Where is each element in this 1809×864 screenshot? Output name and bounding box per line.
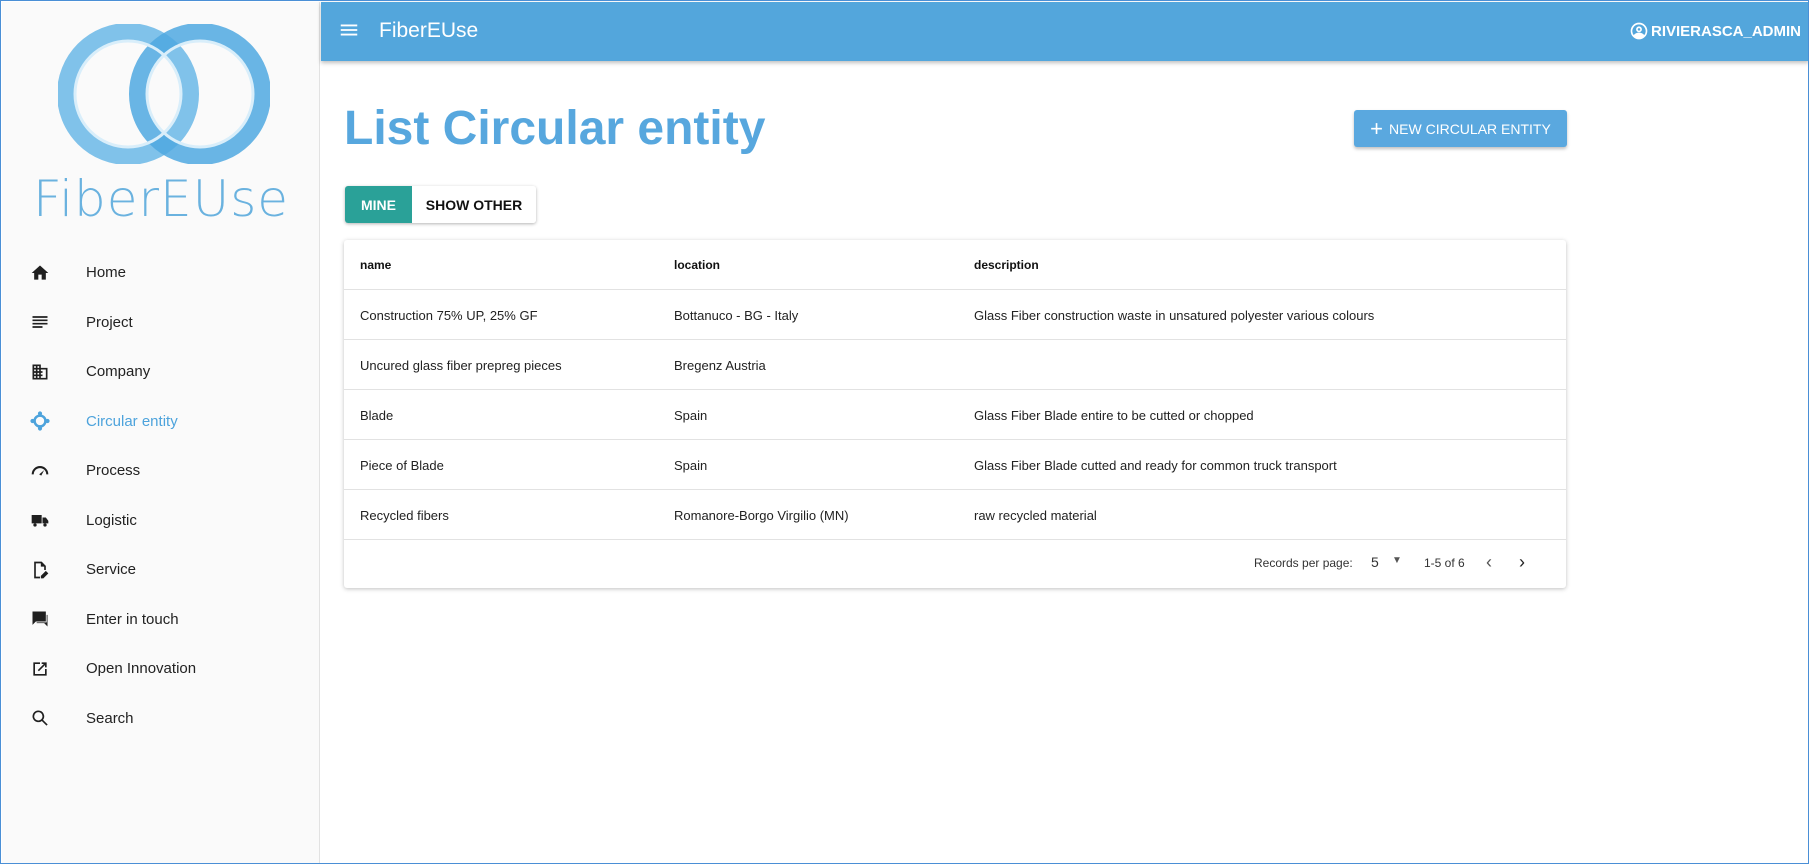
new-circular-entity-button[interactable]: + NEW CIRCULAR ENTITY (1354, 110, 1567, 147)
page-title: List Circular entity (344, 102, 766, 155)
cell-location: Bottanuco - BG - Italy (674, 307, 799, 323)
username: RIVIERASCA_ADMIN (1650, 22, 1801, 40)
mine-toggle-button[interactable]: MINE (345, 186, 412, 223)
table-row[interactable]: Uncured glass fiber prepreg pieces Brege… (344, 340, 1566, 390)
show-other-toggle-button[interactable]: SHOW OTHER (412, 186, 536, 223)
table-pagination: Records per page: 5 ▼ 1-5 of 6 ‹ › (344, 540, 1566, 588)
cell-name: Recycled fibers (360, 507, 449, 523)
sidebar-item-label: Search (86, 709, 134, 727)
sidebar-item-home[interactable]: Home (2, 248, 320, 298)
sidebar-item-process[interactable]: Process (2, 446, 320, 496)
user-menu[interactable]: RIVIERASCA_ADMIN (1629, 21, 1801, 41)
sidebar-item-project[interactable]: Project (2, 298, 320, 348)
cell-location: Spain (674, 407, 708, 423)
home-icon (28, 261, 52, 285)
list-icon (28, 310, 52, 334)
gauge-icon (28, 459, 52, 483)
document-edit-icon (28, 558, 52, 582)
cell-description: Glass Fiber Blade entire to be cutted or… (974, 407, 1254, 423)
cell-name: Blade (360, 407, 394, 423)
app-title: FiberEUse (379, 19, 479, 42)
cell-name: Piece of Blade (360, 457, 444, 473)
records-per-page-select[interactable]: 5 (1371, 554, 1379, 570)
sidebar-item-label: Open Innovation (86, 660, 197, 678)
sidebar-item-open-innovation[interactable]: Open Innovation (2, 644, 320, 694)
column-header-description[interactable]: description (974, 240, 1039, 290)
cell-location: Romanore-Borgo Virgilio (MN) (674, 507, 849, 523)
sidebar-item-label: Enter in touch (86, 610, 179, 628)
hamburger-menu-icon[interactable] (338, 19, 360, 41)
cell-description: Glass Fiber Blade cutted and ready for c… (974, 457, 1337, 473)
cell-name: Uncured glass fiber prepreg pieces (360, 357, 562, 373)
plus-icon: + (1370, 115, 1384, 141)
sidebar-nav: Home Project Company Circular entity Pro… (2, 248, 320, 743)
cell-location: Spain (674, 457, 708, 473)
circular-entity-icon (28, 409, 52, 433)
records-per-page-label: Records per page: (1254, 556, 1353, 570)
sidebar-item-label: Company (86, 363, 151, 381)
sidebar-item-label: Home (86, 264, 127, 282)
app-window: FiberEUse Home Project Company Circular … (0, 0, 1809, 864)
column-header-name[interactable]: name (360, 240, 391, 290)
table-row[interactable]: Recycled fibers Romanore-Borgo Virgilio … (344, 490, 1566, 540)
chat-icon (28, 607, 52, 631)
sidebar-item-label: Process (86, 462, 141, 480)
cell-location: Bregenz Austria (674, 357, 766, 373)
logo-rings-icon (58, 24, 270, 164)
open-external-icon (28, 657, 52, 681)
top-bar: FiberEUse RIVIERASCA_ADMIN (321, 2, 1808, 61)
page-range: 1-5 of 6 (1424, 556, 1465, 570)
column-header-location[interactable]: location (674, 240, 720, 290)
caret-down-icon[interactable]: ▼ (1392, 555, 1402, 566)
table-row[interactable]: Piece of Blade Spain Glass Fiber Blade c… (344, 440, 1566, 490)
sidebar-item-service[interactable]: Service (2, 545, 320, 595)
search-icon (28, 706, 52, 730)
sidebar-item-circular-entity[interactable]: Circular entity (2, 397, 320, 447)
truck-icon (28, 508, 52, 532)
building-icon (28, 360, 52, 384)
cell-description: Glass Fiber construction waste in unsatu… (974, 307, 1375, 323)
table-row[interactable]: Blade Spain Glass Fiber Blade entire to … (344, 390, 1566, 440)
sidebar-item-label: Project (86, 313, 133, 331)
sidebar-item-logistic[interactable]: Logistic (2, 496, 320, 546)
cell-description: raw recycled material (974, 507, 1097, 523)
ownership-toggle: MINE SHOW OTHER (345, 186, 536, 223)
sidebar-item-label: Logistic (86, 511, 137, 529)
circular-entity-table: name location description Construction 7… (344, 240, 1566, 588)
chevron-right-icon[interactable]: › (1519, 552, 1525, 573)
new-button-label: NEW CIRCULAR ENTITY (1389, 120, 1551, 137)
table-header-row: name location description (344, 240, 1566, 290)
logo-text: FiberEUse (32, 170, 290, 228)
sidebar-item-label: Circular entity (86, 412, 178, 430)
sidebar-item-company[interactable]: Company (2, 347, 320, 397)
logo: FiberEUse (2, 2, 320, 247)
sidebar-item-search[interactable]: Search (2, 694, 320, 744)
cell-name: Construction 75% UP, 25% GF (360, 307, 538, 323)
sidebar-item-label: Service (86, 561, 137, 579)
table-row[interactable]: Construction 75% UP, 25% GF Bottanuco - … (344, 290, 1566, 340)
sidebar-item-enter-in-touch[interactable]: Enter in touch (2, 595, 320, 645)
chevron-left-icon[interactable]: ‹ (1486, 552, 1492, 573)
account-circle-icon (1630, 22, 1648, 40)
sidebar: FiberEUse Home Project Company Circular … (2, 2, 320, 863)
